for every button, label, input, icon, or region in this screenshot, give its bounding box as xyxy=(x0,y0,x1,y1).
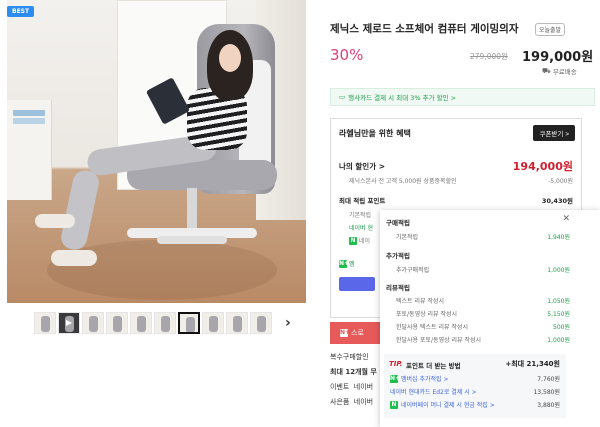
best-badge: BEST xyxy=(7,6,35,17)
thumbnail[interactable] xyxy=(178,312,200,334)
coupon-button[interactable]: 쿠폰받기 > xyxy=(533,125,575,141)
section-heading: 구매적립 xyxy=(386,219,410,227)
today-ship-badge: 오늘출발 xyxy=(535,23,566,36)
thumbnail[interactable] xyxy=(34,312,56,334)
popover-value: 500원 xyxy=(553,324,570,331)
my-price-sub-value: -5,000원 xyxy=(548,178,573,185)
card-promo-text: 행사카드 결제 시 최대 3% 추가 할인 > xyxy=(348,94,457,102)
video-thumbnail[interactable] xyxy=(58,312,80,334)
popover-item: 기본적립 xyxy=(396,234,419,241)
naver-icon: N xyxy=(349,236,357,245)
product-main-image[interactable] xyxy=(7,0,306,303)
thumbnail[interactable] xyxy=(82,312,104,334)
points-row: 기본적립 xyxy=(349,212,372,219)
product-title: 제닉스 제로드 소프체어 컴퓨터 게이밍의자 xyxy=(330,23,519,35)
my-price-sub: 제닉스본사 전 고객 5,000원 상품중복할인 xyxy=(349,178,457,185)
tip-box: TIP. 포인트 더 받는 방법 +최대 21,340원 N+ 멤버십 추가적립… xyxy=(384,354,566,418)
card-promo-banner[interactable]: ▭ 행사카드 결제 시 최대 3% 추가 할인 > xyxy=(330,88,595,106)
original-price: 279,000원 xyxy=(470,52,508,61)
naver-plus-icon: N+ xyxy=(340,329,351,337)
shipping-info: ⛟ 무료배송 xyxy=(542,66,577,77)
tip-max: +최대 21,340원 xyxy=(505,360,560,368)
slipper xyxy=(35,214,75,228)
popover-item: 한달사용 텍스트 리뷰 작성시 xyxy=(396,324,468,331)
thumbnail[interactable] xyxy=(250,312,272,334)
shelf xyxy=(7,100,52,200)
popover-value: 5,150원 xyxy=(547,311,570,318)
thumbnail[interactable] xyxy=(154,312,176,334)
naver-plus-icon: N+ xyxy=(390,374,401,383)
benefit-title: 라헬님만을 위한 혜택 xyxy=(339,129,411,138)
tip-value: 3,880원 xyxy=(537,402,560,409)
thumbnail-strip xyxy=(34,312,272,336)
membership-row: N+ 멤 xyxy=(339,259,355,268)
membership-button[interactable] xyxy=(339,277,375,291)
slipper xyxy=(51,250,97,266)
thumbnail[interactable] xyxy=(130,312,152,334)
section-heading: 리뷰적립 xyxy=(386,284,410,292)
close-icon[interactable]: ✕ xyxy=(562,214,570,224)
popover-item: 포토/동영상 리뷰 작성시 xyxy=(396,311,458,318)
store-banner[interactable]: N+ 스로 xyxy=(330,322,380,344)
truck-icon: ⛟ xyxy=(542,66,551,75)
popover-value: 1,940원 xyxy=(547,234,570,241)
thumbnail[interactable] xyxy=(106,312,128,334)
person-leg xyxy=(58,168,102,252)
thumbnail[interactable] xyxy=(226,312,248,334)
info-row: 사은품 네이버 xyxy=(330,398,374,406)
sale-price: 199,000원 xyxy=(522,50,594,65)
popover-item: 한달사용 포토/동영상 리뷰 작성시 xyxy=(396,337,482,344)
info-row: 복수구매할인 xyxy=(330,353,369,361)
points-row: N 네이 xyxy=(349,236,371,245)
product-info: 제닉스 제로드 소프체어 컴퓨터 게이밍의자 오늘출발 30% 279,000원… xyxy=(330,0,600,427)
tip-row-membership[interactable]: N+ 멤버십 추가적립 > xyxy=(390,374,448,383)
store-banner-label: 스로 xyxy=(351,329,364,337)
tip-value: 7,760원 xyxy=(537,376,560,383)
chair-wheels xyxy=(157,236,227,244)
popover-item: 텍스트 리뷰 작성시 xyxy=(396,298,444,305)
my-price: 194,000원 xyxy=(512,160,573,173)
my-price-link[interactable]: 나의 할인가 > xyxy=(339,161,385,172)
product-gallery: BEST › xyxy=(0,0,316,427)
popover-item: 추가구매적립 xyxy=(396,267,430,274)
section-heading: 추가적립 xyxy=(386,252,410,260)
card-icon: ▭ xyxy=(339,93,346,101)
thumbnail[interactable] xyxy=(202,312,224,334)
chevron-right-icon[interactable]: › xyxy=(285,315,291,331)
chair-pole xyxy=(187,188,197,230)
floor-shadow xyxy=(47,240,277,300)
info-row: 이벤트 네이버 xyxy=(330,383,374,391)
max-points-label: 최대 적립 포인트 xyxy=(339,197,386,205)
discount-rate: 30% xyxy=(330,46,364,64)
popover-value: 1,000원 xyxy=(547,267,570,274)
tip-row-naverpay[interactable]: N 네이버페이 머니 결제 시 현금 적립 > xyxy=(390,400,495,409)
naver-plus-icon: N+ xyxy=(339,259,350,268)
shipping-text: 무료배송 xyxy=(552,68,577,76)
tip-value: 13,580원 xyxy=(533,389,560,396)
popover-value: 1,050원 xyxy=(547,298,570,305)
tip-row-card[interactable]: 네이버 현대카드 Ed2로 결제 시 > xyxy=(390,387,477,396)
naver-icon: N xyxy=(390,400,398,409)
points-row[interactable]: 네이버 현 xyxy=(349,223,373,232)
popover-value: 1,000원 xyxy=(547,337,570,344)
points-popover: ✕ 구매적립 기본적립 1,940원 추가적립 추가구매적립 1,000원 리뷰… xyxy=(380,210,600,427)
person-face xyxy=(219,44,241,72)
tip-logo: TIP. xyxy=(389,360,403,368)
tip-title: 포인트 더 받는 방법 xyxy=(406,362,461,370)
info-row: 최대 12개월 무 xyxy=(330,368,377,376)
max-points-value: 30,430원 xyxy=(541,197,573,205)
